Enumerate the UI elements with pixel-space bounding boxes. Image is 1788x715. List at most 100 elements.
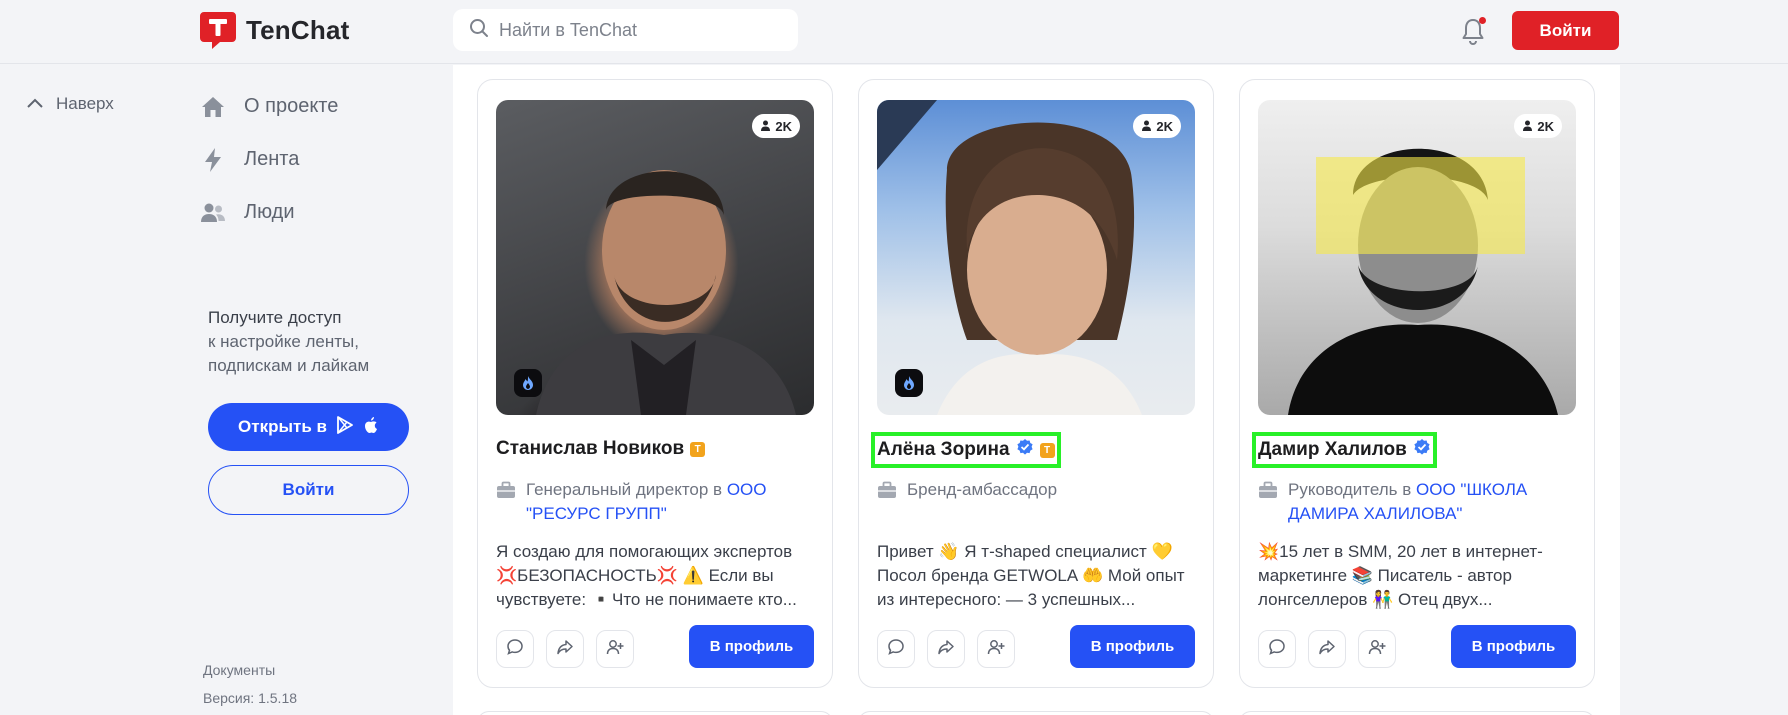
search-icon — [469, 18, 489, 43]
share-button[interactable] — [546, 630, 584, 668]
card-actions — [877, 630, 1015, 668]
version-label: Версия: 1.5.18 — [203, 690, 298, 706]
open-profile-button[interactable]: В профиль — [1070, 625, 1195, 668]
role-title: Бренд-амбассадор — [907, 480, 1058, 499]
nav-item-about[interactable]: О проекте — [200, 80, 338, 133]
person-role: Генеральный директор в ООО "РЕСУРС ГРУПП… — [496, 478, 796, 526]
avatar-photo[interactable]: 2K — [877, 100, 1195, 415]
briefcase-icon — [496, 478, 516, 526]
avatar-silhouette — [877, 100, 1142, 415]
person-icon — [1522, 119, 1533, 134]
open-in-app-button[interactable]: Открыть в — [208, 403, 409, 451]
tenchat-badge-icon: T — [690, 441, 706, 457]
chevron-up-icon — [26, 94, 44, 114]
notification-dot — [1479, 17, 1486, 24]
nav-item-feed[interactable]: Лента — [200, 133, 338, 186]
person-name: Станислав Новиков — [496, 438, 685, 459]
flame-icon — [514, 369, 542, 397]
follow-button[interactable] — [596, 630, 634, 668]
briefcase-icon — [877, 478, 897, 506]
person-name-row[interactable]: Дамир Халилов — [1252, 432, 1437, 468]
share-icon — [556, 638, 574, 661]
header-login-button[interactable]: Войти — [1512, 11, 1619, 50]
person-icon — [760, 119, 771, 134]
documents-link[interactable]: Документы — [203, 662, 275, 678]
person-card: 2K Дамир Халилов Руководитель в ООО "ШКО… — [1239, 79, 1595, 688]
verified-icon — [1413, 438, 1431, 462]
lightning-icon — [200, 147, 226, 173]
person-bio: Я создаю для помогающих экспертов 💢БЕЗОП… — [496, 542, 797, 609]
followers-count: 2K — [1537, 118, 1554, 134]
avatar-photo[interactable]: 2K — [496, 100, 814, 415]
promo-title: Получите доступ — [208, 308, 342, 327]
person-name-row[interactable]: Алёна Зорина T — [871, 432, 1061, 468]
home-icon — [200, 94, 226, 120]
open-in-app-label: Открыть в — [238, 417, 327, 436]
followers-count: 2K — [775, 118, 792, 134]
tenchat-logo-icon — [198, 10, 238, 50]
person-role: Бренд-амбассадор — [877, 478, 1177, 506]
sidebar-login-button[interactable]: Войти — [208, 465, 409, 515]
share-button[interactable] — [1308, 630, 1346, 668]
person-card: 2K Станислав Новиков T Генеральный дирек… — [477, 79, 833, 688]
search-input[interactable] — [499, 19, 779, 41]
avatar-photo[interactable]: 2K — [1258, 100, 1576, 415]
tenchat-logo[interactable]: TenChat — [198, 10, 349, 50]
add-person-icon — [987, 638, 1005, 661]
next-card-edge — [1239, 711, 1595, 715]
follow-button[interactable] — [977, 630, 1015, 668]
google-play-icon — [337, 415, 353, 439]
nav-item-label: О проекте — [244, 95, 339, 117]
person-icon — [1141, 119, 1152, 134]
role-title: Генеральный директор в — [526, 480, 723, 499]
comment-button[interactable] — [877, 630, 915, 668]
nav-item-label: Люди — [244, 201, 295, 223]
promo-line: к настройке ленты, — [208, 332, 359, 351]
people-icon — [200, 200, 226, 226]
verified-icon — [1016, 438, 1034, 462]
open-profile-button[interactable]: В профиль — [1451, 625, 1576, 668]
comment-icon — [506, 638, 524, 661]
card-actions — [496, 630, 634, 668]
person-card: 2K Алёна Зорина T Бренд-амбассадор Приве… — [858, 79, 1214, 688]
flame-icon — [895, 369, 923, 397]
notifications-bell-icon[interactable] — [1458, 16, 1488, 46]
person-name: Алёна Зорина — [877, 439, 1010, 460]
add-person-icon — [606, 638, 624, 661]
comment-icon — [887, 638, 905, 661]
avatar-silhouette — [1288, 148, 1558, 415]
person-bio: Привет 👋 Я т-shaped специалист 💛 Посол б… — [877, 542, 1185, 609]
nav-item-people[interactable]: Люди — [200, 186, 338, 239]
role-title: Руководитель в — [1288, 480, 1412, 499]
avatar-silhouette — [536, 170, 796, 415]
logo-text: TenChat — [246, 14, 350, 45]
share-icon — [1318, 638, 1336, 661]
nav-item-label: Лента — [244, 148, 300, 170]
add-person-icon — [1368, 638, 1386, 661]
comment-icon — [1268, 638, 1286, 661]
scroll-to-top-link[interactable]: Наверх — [26, 94, 114, 114]
comment-button[interactable] — [496, 630, 534, 668]
next-card-edge — [477, 711, 833, 715]
follow-button[interactable] — [1358, 630, 1396, 668]
briefcase-icon — [1258, 478, 1278, 526]
next-card-edge — [858, 711, 1214, 715]
followers-badge: 2K — [1514, 114, 1562, 138]
share-button[interactable] — [927, 630, 965, 668]
tenchat-badge-icon: T — [1039, 442, 1055, 458]
top-header: TenChat Войти — [0, 0, 1788, 64]
apple-icon — [363, 416, 379, 439]
main-nav: О проекте Лента Люди — [200, 80, 338, 239]
share-icon — [937, 638, 955, 661]
person-role: Руководитель в ООО "ШКОЛА ДАМИРА ХАЛИЛОВ… — [1258, 478, 1558, 526]
search-box[interactable] — [453, 9, 798, 51]
followers-badge: 2K — [752, 114, 800, 138]
person-name-row[interactable]: Станислав Новиков T — [496, 438, 706, 460]
comment-button[interactable] — [1258, 630, 1296, 668]
promo-line: подпискам и лайкам — [208, 356, 370, 375]
person-name: Дамир Халилов — [1258, 439, 1407, 460]
scroll-to-top-label: Наверх — [56, 94, 114, 113]
followers-badge: 2K — [1133, 114, 1181, 138]
open-profile-button[interactable]: В профиль — [689, 625, 814, 668]
card-actions — [1258, 630, 1396, 668]
